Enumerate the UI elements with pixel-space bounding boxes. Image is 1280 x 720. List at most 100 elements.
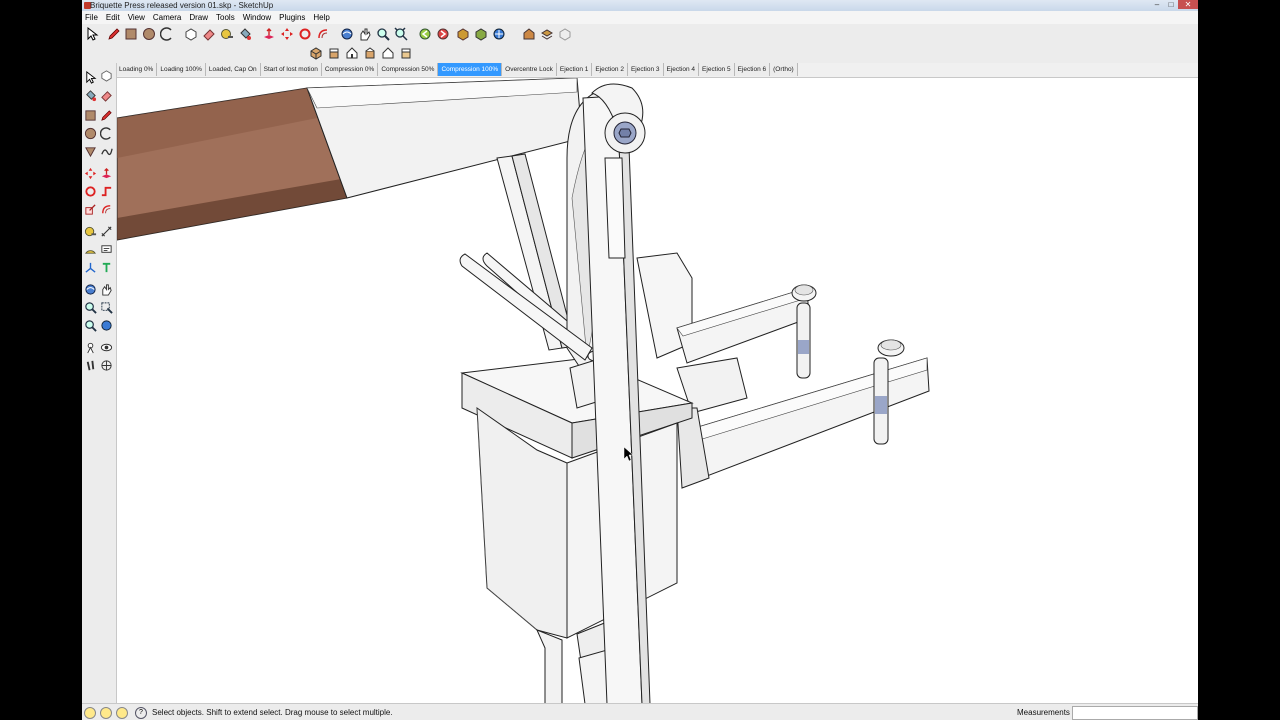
- walk-icon[interactable]: [84, 359, 97, 372]
- scene-tab[interactable]: Ejection 3: [627, 63, 664, 76]
- previous-view-icon[interactable]: [100, 319, 113, 332]
- zoom-extents-icon[interactable]: [394, 27, 408, 41]
- offset-icon[interactable]: [316, 27, 330, 41]
- move-icon[interactable]: [280, 27, 294, 41]
- scale-icon[interactable]: [84, 203, 97, 216]
- rotate-icon[interactable]: [298, 27, 312, 41]
- freehand-icon[interactable]: [100, 145, 113, 158]
- menu-tools[interactable]: Tools: [212, 11, 239, 24]
- menu-draw[interactable]: Draw: [185, 11, 212, 24]
- eraser-icon[interactable]: [202, 27, 216, 41]
- scene-tab[interactable]: Compression 50%: [378, 63, 439, 76]
- next-view-icon[interactable]: [436, 27, 450, 41]
- 3d-text-icon[interactable]: [100, 261, 113, 274]
- rotate-icon[interactable]: [84, 185, 97, 198]
- polygon-icon[interactable]: [84, 145, 97, 158]
- zoom-icon[interactable]: [84, 301, 97, 314]
- user-icon[interactable]: [116, 707, 128, 719]
- offset-icon[interactable]: [100, 203, 113, 216]
- menu-view[interactable]: View: [124, 11, 149, 24]
- push-pull-icon[interactable]: [262, 27, 276, 41]
- menu-help[interactable]: Help: [309, 11, 333, 24]
- scene-tabs: Loading 0% Loading 100% Loaded, Cap On Star…: [116, 63, 798, 76]
- protractor-icon[interactable]: [84, 243, 97, 256]
- layer-icon[interactable]: [540, 27, 554, 41]
- scene-tab[interactable]: Overcentre Lock: [502, 63, 557, 76]
- axes-icon[interactable]: [84, 261, 97, 274]
- warehouse-icon[interactable]: [522, 27, 536, 41]
- tape-measure-icon[interactable]: [84, 225, 97, 238]
- back-view-icon[interactable]: [381, 46, 395, 60]
- zoom-extents-icon[interactable]: [84, 319, 97, 332]
- scene-tab[interactable]: Ejection 1: [556, 63, 593, 76]
- menu-edit[interactable]: Edit: [102, 11, 124, 24]
- orbit-icon[interactable]: [84, 283, 97, 296]
- move-icon[interactable]: [84, 167, 97, 180]
- share-model-icon[interactable]: [474, 27, 488, 41]
- scene-tab[interactable]: Ejection 4: [663, 63, 700, 76]
- get-models-icon[interactable]: [456, 27, 470, 41]
- help-icon[interactable]: ?: [135, 707, 147, 719]
- maximize-icon[interactable]: □: [1164, 0, 1178, 9]
- component-outline-icon[interactable]: [558, 27, 572, 41]
- component-icon[interactable]: [492, 27, 506, 41]
- front-view-icon[interactable]: [345, 46, 359, 60]
- section-plane-icon[interactable]: [100, 359, 113, 372]
- circle-icon[interactable]: [142, 27, 156, 41]
- scene-tab[interactable]: Compression 0%: [321, 63, 379, 76]
- zoom-window-icon[interactable]: [100, 301, 113, 314]
- scene-tab[interactable]: Ejection 5: [699, 63, 735, 76]
- pencil-icon[interactable]: [100, 109, 113, 122]
- main-toolbar: [82, 24, 1198, 45]
- menu-window[interactable]: Window: [239, 11, 275, 24]
- top-view-icon[interactable]: [327, 46, 341, 60]
- look-around-icon[interactable]: [100, 341, 113, 354]
- right-view-icon[interactable]: [363, 46, 377, 60]
- scene-tab[interactable]: (Ortho): [770, 63, 798, 76]
- views-toolbar: [82, 44, 1198, 63]
- paint-bucket-icon[interactable]: [238, 27, 252, 41]
- scene-tab[interactable]: Start of lost motion: [260, 63, 322, 76]
- rectangle-icon[interactable]: [124, 27, 138, 41]
- follow-me-icon[interactable]: [100, 185, 113, 198]
- minimize-icon[interactable]: –: [1150, 0, 1164, 9]
- arc-icon[interactable]: [160, 27, 174, 41]
- select-icon[interactable]: [85, 27, 99, 41]
- make-component-icon[interactable]: [184, 27, 198, 41]
- menu-camera[interactable]: Camera: [149, 11, 185, 24]
- eraser-icon[interactable]: [100, 89, 113, 102]
- pan-icon[interactable]: [100, 283, 113, 296]
- zoom-icon[interactable]: [376, 27, 390, 41]
- drawing-area[interactable]: [117, 77, 1198, 704]
- tape-measure-icon[interactable]: [220, 27, 234, 41]
- scene-tab[interactable]: Loaded, Cap On: [205, 63, 261, 76]
- scene-tab[interactable]: Loading 100%: [157, 63, 206, 76]
- scene-tab[interactable]: Loading 0%: [116, 63, 158, 76]
- left-view-icon[interactable]: [399, 46, 413, 60]
- geo-location-icon[interactable]: [84, 707, 96, 719]
- paint-bucket-icon[interactable]: [84, 89, 97, 102]
- pan-icon[interactable]: [358, 27, 372, 41]
- text-icon[interactable]: [100, 243, 113, 256]
- credits-icon[interactable]: [100, 707, 112, 719]
- measurements-input[interactable]: [1072, 706, 1198, 720]
- video-letterbox-right: [1198, 0, 1280, 720]
- push-pull-icon[interactable]: [100, 167, 113, 180]
- menu-file[interactable]: File: [82, 11, 102, 24]
- rectangle-icon[interactable]: [84, 109, 97, 122]
- previous-view-icon[interactable]: [418, 27, 432, 41]
- orbit-icon[interactable]: [340, 27, 354, 41]
- make-component-icon[interactable]: [100, 69, 113, 82]
- select-icon[interactable]: [84, 71, 97, 84]
- close-icon[interactable]: ✕: [1178, 0, 1198, 9]
- iso-view-icon[interactable]: [309, 46, 323, 60]
- scene-tab[interactable]: Compression 100%: [438, 63, 503, 76]
- pencil-icon[interactable]: [107, 27, 121, 41]
- scene-tab[interactable]: Ejection 6: [734, 63, 771, 76]
- dimension-icon[interactable]: [100, 225, 113, 238]
- circle-icon[interactable]: [84, 127, 97, 140]
- scene-tab[interactable]: Ejection 2: [592, 63, 628, 76]
- arc-icon[interactable]: [100, 127, 113, 140]
- menu-plugins[interactable]: Plugins: [275, 11, 309, 24]
- position-camera-icon[interactable]: [84, 341, 97, 354]
